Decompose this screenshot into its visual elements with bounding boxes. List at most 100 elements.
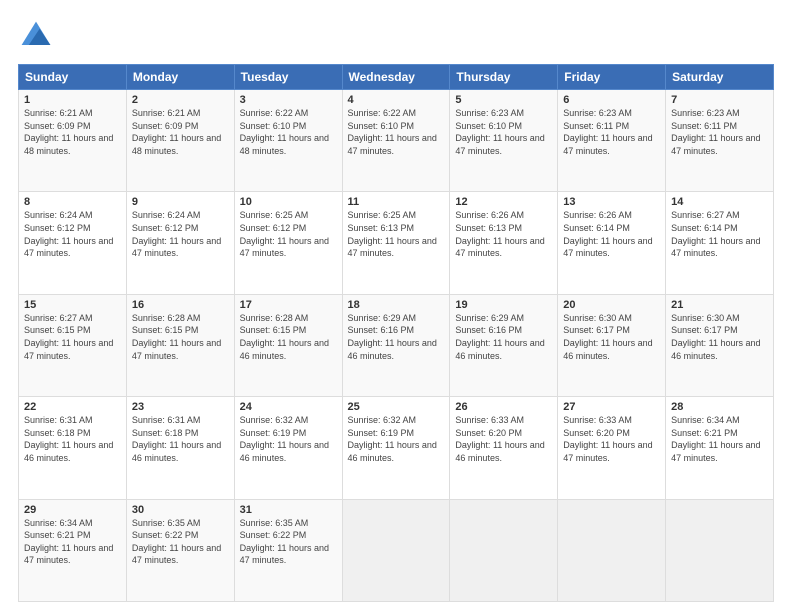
day-info: Sunrise: 6:34 AMSunset: 6:21 PMDaylight:… (671, 414, 768, 464)
calendar-cell (666, 499, 774, 601)
weekday-header: Thursday (450, 65, 558, 90)
calendar-cell: 1Sunrise: 6:21 AMSunset: 6:09 PMDaylight… (19, 90, 127, 192)
weekday-row: SundayMondayTuesdayWednesdayThursdayFrid… (19, 65, 774, 90)
calendar-week-row: 22Sunrise: 6:31 AMSunset: 6:18 PMDayligh… (19, 397, 774, 499)
day-number: 18 (348, 299, 445, 311)
day-info: Sunrise: 6:35 AMSunset: 6:22 PMDaylight:… (240, 517, 337, 567)
day-info: Sunrise: 6:30 AMSunset: 6:17 PMDaylight:… (563, 312, 660, 362)
calendar-cell: 9Sunrise: 6:24 AMSunset: 6:12 PMDaylight… (126, 192, 234, 294)
day-number: 20 (563, 299, 660, 311)
calendar-cell: 15Sunrise: 6:27 AMSunset: 6:15 PMDayligh… (19, 294, 127, 396)
weekday-header: Tuesday (234, 65, 342, 90)
day-info: Sunrise: 6:22 AMSunset: 6:10 PMDaylight:… (240, 107, 337, 157)
logo-icon (18, 18, 54, 54)
day-info: Sunrise: 6:21 AMSunset: 6:09 PMDaylight:… (132, 107, 229, 157)
day-number: 30 (132, 504, 229, 516)
calendar-cell: 22Sunrise: 6:31 AMSunset: 6:18 PMDayligh… (19, 397, 127, 499)
calendar-cell: 8Sunrise: 6:24 AMSunset: 6:12 PMDaylight… (19, 192, 127, 294)
calendar-cell: 3Sunrise: 6:22 AMSunset: 6:10 PMDaylight… (234, 90, 342, 192)
day-info: Sunrise: 6:27 AMSunset: 6:15 PMDaylight:… (24, 312, 121, 362)
calendar-cell: 29Sunrise: 6:34 AMSunset: 6:21 PMDayligh… (19, 499, 127, 601)
day-number: 16 (132, 299, 229, 311)
day-info: Sunrise: 6:29 AMSunset: 6:16 PMDaylight:… (455, 312, 552, 362)
day-info: Sunrise: 6:31 AMSunset: 6:18 PMDaylight:… (24, 414, 121, 464)
calendar-cell (558, 499, 666, 601)
day-number: 11 (348, 196, 445, 208)
day-info: Sunrise: 6:22 AMSunset: 6:10 PMDaylight:… (348, 107, 445, 157)
day-number: 28 (671, 401, 768, 413)
day-info: Sunrise: 6:27 AMSunset: 6:14 PMDaylight:… (671, 209, 768, 259)
day-number: 9 (132, 196, 229, 208)
calendar-cell: 18Sunrise: 6:29 AMSunset: 6:16 PMDayligh… (342, 294, 450, 396)
day-info: Sunrise: 6:23 AMSunset: 6:10 PMDaylight:… (455, 107, 552, 157)
day-number: 27 (563, 401, 660, 413)
calendar-cell: 21Sunrise: 6:30 AMSunset: 6:17 PMDayligh… (666, 294, 774, 396)
weekday-header: Friday (558, 65, 666, 90)
day-number: 17 (240, 299, 337, 311)
calendar-cell: 7Sunrise: 6:23 AMSunset: 6:11 PMDaylight… (666, 90, 774, 192)
calendar: SundayMondayTuesdayWednesdayThursdayFrid… (18, 64, 774, 602)
calendar-cell: 19Sunrise: 6:29 AMSunset: 6:16 PMDayligh… (450, 294, 558, 396)
day-number: 7 (671, 94, 768, 106)
day-number: 31 (240, 504, 337, 516)
calendar-cell: 2Sunrise: 6:21 AMSunset: 6:09 PMDaylight… (126, 90, 234, 192)
day-number: 2 (132, 94, 229, 106)
calendar-cell: 23Sunrise: 6:31 AMSunset: 6:18 PMDayligh… (126, 397, 234, 499)
day-number: 13 (563, 196, 660, 208)
day-number: 12 (455, 196, 552, 208)
day-info: Sunrise: 6:31 AMSunset: 6:18 PMDaylight:… (132, 414, 229, 464)
calendar-cell: 16Sunrise: 6:28 AMSunset: 6:15 PMDayligh… (126, 294, 234, 396)
day-info: Sunrise: 6:23 AMSunset: 6:11 PMDaylight:… (563, 107, 660, 157)
calendar-cell: 13Sunrise: 6:26 AMSunset: 6:14 PMDayligh… (558, 192, 666, 294)
calendar-cell: 11Sunrise: 6:25 AMSunset: 6:13 PMDayligh… (342, 192, 450, 294)
day-info: Sunrise: 6:25 AMSunset: 6:13 PMDaylight:… (348, 209, 445, 259)
calendar-cell: 30Sunrise: 6:35 AMSunset: 6:22 PMDayligh… (126, 499, 234, 601)
day-info: Sunrise: 6:33 AMSunset: 6:20 PMDaylight:… (563, 414, 660, 464)
day-info: Sunrise: 6:26 AMSunset: 6:13 PMDaylight:… (455, 209, 552, 259)
day-info: Sunrise: 6:30 AMSunset: 6:17 PMDaylight:… (671, 312, 768, 362)
calendar-cell: 26Sunrise: 6:33 AMSunset: 6:20 PMDayligh… (450, 397, 558, 499)
day-info: Sunrise: 6:28 AMSunset: 6:15 PMDaylight:… (132, 312, 229, 362)
calendar-cell: 10Sunrise: 6:25 AMSunset: 6:12 PMDayligh… (234, 192, 342, 294)
day-info: Sunrise: 6:26 AMSunset: 6:14 PMDaylight:… (563, 209, 660, 259)
header (18, 18, 774, 54)
day-info: Sunrise: 6:24 AMSunset: 6:12 PMDaylight:… (132, 209, 229, 259)
day-number: 23 (132, 401, 229, 413)
calendar-week-row: 15Sunrise: 6:27 AMSunset: 6:15 PMDayligh… (19, 294, 774, 396)
weekday-header: Saturday (666, 65, 774, 90)
calendar-cell: 4Sunrise: 6:22 AMSunset: 6:10 PMDaylight… (342, 90, 450, 192)
calendar-week-row: 1Sunrise: 6:21 AMSunset: 6:09 PMDaylight… (19, 90, 774, 192)
day-number: 6 (563, 94, 660, 106)
day-number: 5 (455, 94, 552, 106)
day-number: 25 (348, 401, 445, 413)
day-number: 26 (455, 401, 552, 413)
weekday-header: Monday (126, 65, 234, 90)
day-info: Sunrise: 6:21 AMSunset: 6:09 PMDaylight:… (24, 107, 121, 157)
calendar-body: 1Sunrise: 6:21 AMSunset: 6:09 PMDaylight… (19, 90, 774, 602)
day-number: 22 (24, 401, 121, 413)
calendar-cell: 27Sunrise: 6:33 AMSunset: 6:20 PMDayligh… (558, 397, 666, 499)
day-info: Sunrise: 6:28 AMSunset: 6:15 PMDaylight:… (240, 312, 337, 362)
day-number: 8 (24, 196, 121, 208)
calendar-header: SundayMondayTuesdayWednesdayThursdayFrid… (19, 65, 774, 90)
weekday-header: Wednesday (342, 65, 450, 90)
calendar-cell: 17Sunrise: 6:28 AMSunset: 6:15 PMDayligh… (234, 294, 342, 396)
calendar-cell: 6Sunrise: 6:23 AMSunset: 6:11 PMDaylight… (558, 90, 666, 192)
logo (18, 18, 58, 54)
day-info: Sunrise: 6:32 AMSunset: 6:19 PMDaylight:… (348, 414, 445, 464)
day-info: Sunrise: 6:29 AMSunset: 6:16 PMDaylight:… (348, 312, 445, 362)
day-number: 14 (671, 196, 768, 208)
day-info: Sunrise: 6:32 AMSunset: 6:19 PMDaylight:… (240, 414, 337, 464)
day-number: 21 (671, 299, 768, 311)
day-info: Sunrise: 6:35 AMSunset: 6:22 PMDaylight:… (132, 517, 229, 567)
day-number: 15 (24, 299, 121, 311)
day-number: 29 (24, 504, 121, 516)
day-info: Sunrise: 6:25 AMSunset: 6:12 PMDaylight:… (240, 209, 337, 259)
day-info: Sunrise: 6:24 AMSunset: 6:12 PMDaylight:… (24, 209, 121, 259)
page: SundayMondayTuesdayWednesdayThursdayFrid… (0, 0, 792, 612)
weekday-header: Sunday (19, 65, 127, 90)
day-info: Sunrise: 6:34 AMSunset: 6:21 PMDaylight:… (24, 517, 121, 567)
day-number: 24 (240, 401, 337, 413)
calendar-cell: 14Sunrise: 6:27 AMSunset: 6:14 PMDayligh… (666, 192, 774, 294)
day-number: 1 (24, 94, 121, 106)
